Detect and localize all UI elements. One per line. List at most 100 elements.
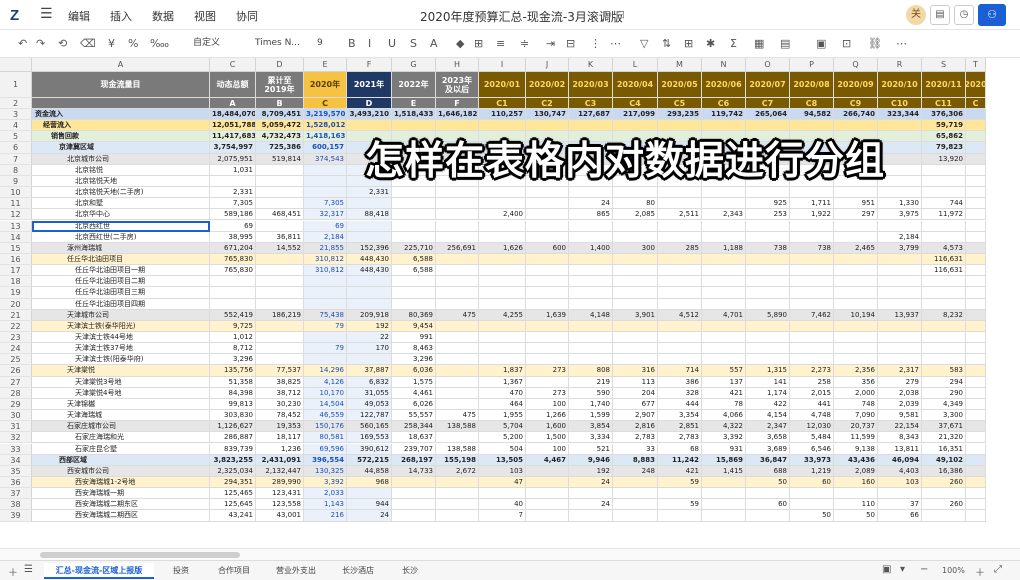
row-label[interactable]: 石家庄昆仑墅 [32,443,210,455]
data-cell[interactable]: 11,417,683 [210,131,256,143]
row-label[interactable]: 任丘华北油田项目一期 [32,265,210,277]
data-cell[interactable]: 294 [922,376,966,388]
data-cell[interactable] [436,398,479,411]
data-cell[interactable] [304,354,347,366]
row-label[interactable]: 北京西红世 [32,220,210,232]
data-cell[interactable] [966,398,986,411]
data-cell[interactable] [526,298,569,310]
data-cell[interactable]: 1,174 [746,387,790,399]
data-cell[interactable]: 1,330 [878,198,922,210]
data-cell[interactable]: 3,901 [613,309,658,321]
column-header-F[interactable]: F [347,58,392,72]
data-cell[interactable]: 138,588 [436,421,479,433]
data-cell[interactable] [304,187,347,199]
data-cell[interactable]: 2,907 [613,410,658,422]
data-cell[interactable]: 5,704 [479,421,526,433]
data-cell[interactable] [392,499,436,511]
data-cell[interactable]: 33,973 [790,454,834,466]
data-cell[interactable]: 279 [878,376,922,388]
data-cell[interactable] [347,276,392,288]
data-cell[interactable] [966,387,986,399]
data-cell[interactable] [790,332,834,344]
data-cell[interactable]: 2,331 [347,187,392,199]
data-cell[interactable]: 3,658 [746,432,790,444]
user-avatar[interactable]: 关 [906,5,926,25]
data-cell[interactable]: 113 [613,376,658,388]
data-cell[interactable]: 9,581 [878,410,922,422]
data-cell[interactable] [436,209,479,221]
data-cell[interactable]: 239,707 [392,443,436,455]
data-cell[interactable]: 3,799 [878,242,922,254]
data-cell[interactable]: 11,972 [922,209,966,221]
row-header-37[interactable]: 37 [0,488,32,500]
data-cell[interactable] [210,276,256,288]
row-label[interactable]: 天津海瑞城 [32,410,210,422]
data-cell[interactable]: 1,599 [569,410,613,422]
data-cell[interactable]: 3,392 [304,476,347,489]
row-header-28[interactable]: 28 [0,387,32,399]
data-cell[interactable] [526,488,569,500]
data-cell[interactable]: 2,089 [834,465,878,477]
data-cell[interactable] [569,320,613,332]
data-cell[interactable]: 110,257 [479,109,526,121]
data-cell[interactable]: 123,431 [256,488,304,500]
data-cell[interactable] [613,476,658,489]
column-header-S[interactable]: S [922,58,966,72]
data-cell[interactable] [658,198,702,210]
row-header-25[interactable]: 25 [0,354,32,366]
row-header-31[interactable]: 31 [0,421,32,433]
font-family-dropdown[interactable]: Times N... [252,35,303,53]
row-header-8[interactable]: 8 [0,164,32,176]
column-header-D[interactable]: D [256,58,304,72]
data-cell[interactable]: 470 [479,387,526,399]
data-cell[interactable] [966,253,986,266]
data-cell[interactable] [702,476,746,489]
data-cell[interactable]: 1,575 [392,376,436,388]
data-cell[interactable] [479,220,526,232]
data-cell[interactable] [966,120,986,132]
app-logo[interactable]: Z [10,7,28,24]
column-header-Q[interactable]: Q [834,58,878,72]
menu-collab[interactable]: 协同 [236,8,258,24]
data-cell[interactable]: 4,322 [702,421,746,433]
column-header-N[interactable]: N [702,58,746,72]
data-cell[interactable]: 100 [526,398,569,411]
data-cell[interactable]: 396,554 [304,454,347,466]
data-cell[interactable]: 150,176 [304,421,347,433]
data-cell[interactable]: 3,493,210 [347,109,392,121]
data-cell[interactable] [613,287,658,299]
data-cell[interactable] [702,510,746,522]
data-cell[interactable]: 9,138 [834,443,878,455]
data-cell[interactable] [702,265,746,277]
data-cell[interactable]: 521 [569,443,613,455]
data-cell[interactable]: 123,558 [256,499,304,511]
data-cell[interactable]: 9,946 [569,454,613,466]
data-cell[interactable]: 1,031 [210,164,256,176]
row-header-39[interactable]: 39 [0,510,32,522]
data-cell[interactable] [392,488,436,500]
special-icon[interactable]: ✱ [706,37,715,50]
data-cell[interactable] [256,253,304,266]
data-cell[interactable] [658,510,702,522]
menu-edit[interactable]: 编辑 [68,8,90,24]
data-cell[interactable]: 2,347 [746,421,790,433]
column-header-G[interactable]: G [392,58,436,72]
column-header-C[interactable]: C [210,58,256,72]
row-label[interactable]: 天津滨士铁(泰华阳光) [32,320,210,332]
data-cell[interactable]: 4,748 [790,410,834,422]
data-cell[interactable]: 127,687 [569,109,613,121]
data-cell[interactable] [746,231,790,243]
data-cell[interactable]: 3,354 [658,410,702,422]
zoom-minus-icon[interactable]: − [920,564,928,575]
data-cell[interactable] [256,287,304,299]
data-cell[interactable] [392,476,436,489]
data-cell[interactable]: 116,631 [922,253,966,266]
data-cell[interactable]: 65,862 [922,131,966,143]
data-cell[interactable] [746,488,790,500]
data-cell[interactable]: 290 [922,387,966,399]
data-cell[interactable] [878,220,922,232]
row-header-26[interactable]: 26 [0,365,32,377]
data-cell[interactable] [392,510,436,522]
data-cell[interactable]: 50 [746,476,790,489]
data-cell[interactable]: 765,830 [210,253,256,266]
